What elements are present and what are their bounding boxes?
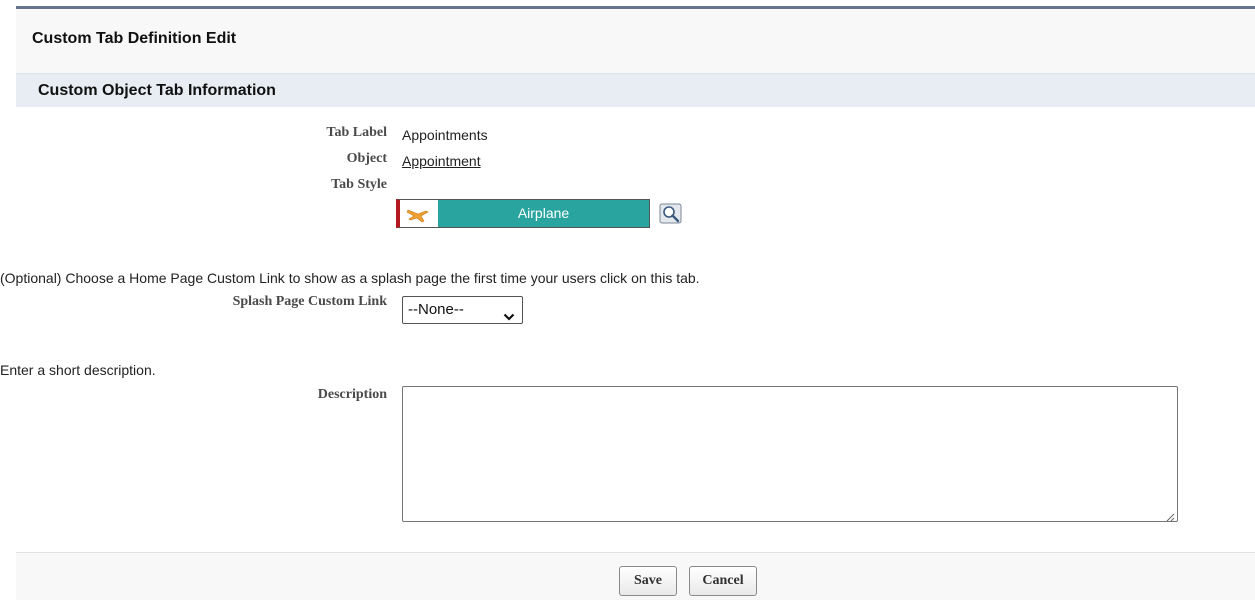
tab-style-preview: Airplane <box>396 199 650 228</box>
splash-link-label: Splash Page Custom Link <box>232 294 387 309</box>
cancel-button[interactable]: Cancel <box>689 566 757 596</box>
section-header: Custom Object Tab Information <box>16 73 1255 107</box>
lookup-icon[interactable] <box>659 203 683 225</box>
splash-help-text: (Optional) Choose a Home Page Custom Lin… <box>0 270 700 286</box>
description-textarea[interactable] <box>402 386 1178 522</box>
page: Custom Tab Definition Edit Custom Object… <box>0 0 1255 600</box>
tab-label-label: Tab Label <box>326 125 387 140</box>
save-button[interactable]: Save <box>619 566 677 596</box>
airplane-icon <box>400 200 438 227</box>
tab-style-swatch: Airplane <box>438 200 649 227</box>
tab-style-label: Tab Style <box>331 177 387 192</box>
form-body: Tab Label Appointments Object Appointmen… <box>0 107 1255 552</box>
splash-link-selected: --None-- <box>408 301 464 318</box>
description-label: Description <box>317 387 387 402</box>
page-title: Custom Tab Definition Edit <box>32 30 237 47</box>
splash-link-select[interactable]: --None-- <box>402 296 523 324</box>
edit-panel: Custom Tab Definition Edit Custom Object… <box>0 6 1255 600</box>
section-title: Custom Object Tab Information <box>38 82 276 99</box>
object-link[interactable]: Appointment <box>402 153 481 169</box>
resize-grip-icon[interactable] <box>1165 509 1175 522</box>
description-help-text: Enter a short description. <box>0 362 156 378</box>
object-label: Object <box>346 151 387 166</box>
tab-label-value: Appointments <box>402 127 488 143</box>
chevron-down-icon <box>503 305 515 321</box>
button-bar: Save Cancel <box>16 552 1255 600</box>
